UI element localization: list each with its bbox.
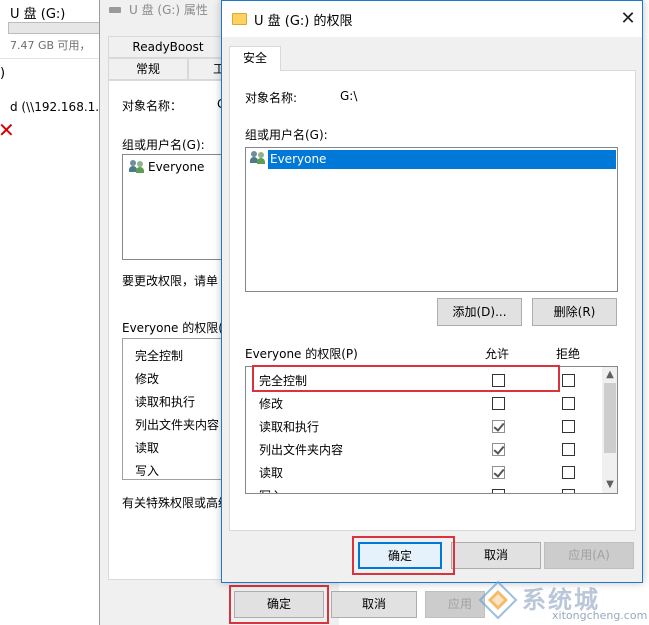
tab-general[interactable]: 常规: [108, 58, 188, 80]
network-drive-item[interactable]: d (\\192.168.1.1: [10, 100, 107, 114]
drive-usage-bar: [8, 22, 106, 34]
list-item[interactable]: Everyone: [129, 160, 204, 174]
watermark-url: xitongcheng.com: [552, 609, 648, 622]
object-name-label: 对象名称：: [122, 99, 183, 113]
drive-icon: [109, 7, 121, 13]
allow-header: 允许: [485, 347, 510, 361]
drive-title: U 盘 (G:): [10, 7, 66, 22]
object-name-label: 对象名称:: [245, 91, 298, 105]
permission-item: 修改: [135, 372, 160, 386]
cancel-button[interactable]: 取消: [451, 542, 541, 569]
deny-header: 拒绝: [556, 347, 581, 361]
deny-checkbox[interactable]: [562, 466, 575, 479]
remove-button[interactable]: 删除(R): [532, 298, 617, 326]
permissions-dialog: U 盘 (G:) 的权限 ✕ 安全 对象名称: G:\ 组或用户名(G): Ev…: [221, 0, 643, 583]
user-name: Everyone: [148, 160, 205, 174]
permission-item: 读取: [135, 441, 160, 455]
scroll-up-icon[interactable]: ▲: [602, 368, 617, 382]
drive-free-space: 7.47 GB 可用，: [10, 39, 91, 52]
permission-row-read: 读取: [246, 461, 601, 484]
permission-name: 修改: [259, 397, 284, 411]
highlight-box: [229, 585, 329, 624]
scroll-down-icon[interactable]: ▼: [602, 478, 617, 492]
object-name-value: G:\: [340, 89, 358, 103]
divider: [0, 58, 106, 59]
selected-user-item[interactable]: Everyone: [268, 150, 616, 169]
permissions-label: Everyone 的权限(P): [245, 347, 358, 361]
allow-checkbox[interactable]: [492, 466, 505, 479]
tab-security[interactable]: 安全: [229, 46, 281, 71]
user-list[interactable]: Everyone: [245, 147, 618, 292]
permissions-scrollbar[interactable]: ▲ ▼: [602, 367, 617, 493]
permission-name: 读取: [259, 466, 284, 480]
permission-item: 列出文件夹内容: [135, 418, 220, 432]
allow-checkbox[interactable]: [492, 420, 505, 433]
permission-row-list-folder: 列出文件夹内容: [246, 438, 601, 461]
dialog-title: U 盘 (G:) 的权限: [254, 14, 353, 29]
permission-row-read-execute: 读取和执行: [246, 415, 601, 438]
tab-readyboost[interactable]: ReadyBoost: [108, 36, 228, 58]
scroll-thumb[interactable]: [604, 383, 616, 453]
permission-item: 写入: [135, 464, 160, 478]
permission-row-modify: 修改: [246, 392, 601, 415]
add-button[interactable]: 添加(D)...: [437, 298, 522, 326]
apply-button[interactable]: 应用(A): [544, 542, 634, 569]
allow-checkbox[interactable]: [492, 489, 505, 493]
highlight-box: [352, 536, 455, 575]
disconnected-icon: ✕: [0, 118, 15, 142]
group-label: 组或用户名(G):: [245, 128, 328, 142]
users-icon: [250, 151, 266, 165]
change-hint: 要更改权限，请单: [122, 274, 219, 288]
permission-item: 读取和执行: [135, 395, 196, 409]
permission-name: 读取和执行: [259, 420, 320, 434]
allow-checkbox[interactable]: [492, 443, 505, 456]
highlight-box: [252, 365, 560, 392]
deny-checkbox[interactable]: [562, 374, 575, 387]
explorer-window: U 盘 (G:) 7.47 GB 可用， ) d (\\192.168.1.1 …: [0, 0, 107, 625]
special-permissions-hint: 有关特殊权限或高级: [122, 496, 231, 510]
folder-icon: [232, 13, 247, 25]
permission-row-write: 写入: [246, 484, 601, 493]
properties-title: U 盘 (G:) 属性: [129, 3, 208, 17]
drive-label-fragment: ): [0, 66, 6, 81]
group-label: 组或用户名(G):: [122, 138, 205, 152]
watermark-logo-icon: [478, 580, 518, 620]
properties-cancel-button[interactable]: 取消: [331, 591, 417, 618]
users-icon: [129, 160, 145, 174]
deny-checkbox[interactable]: [562, 420, 575, 433]
watermark: 系统城 xitongcheng.com: [478, 578, 649, 625]
permissions-label: Everyone 的权限(: [122, 321, 223, 335]
properties-apply-button[interactable]: 应用: [425, 591, 485, 618]
permission-name: 列出文件夹内容: [259, 443, 344, 457]
close-icon[interactable]: ✕: [616, 6, 640, 32]
deny-checkbox[interactable]: [562, 489, 575, 493]
allow-checkbox[interactable]: [492, 397, 505, 410]
deny-checkbox[interactable]: [562, 443, 575, 456]
deny-checkbox[interactable]: [562, 397, 575, 410]
permission-name: 写入: [259, 487, 283, 493]
permission-item: 完全控制: [135, 349, 184, 363]
